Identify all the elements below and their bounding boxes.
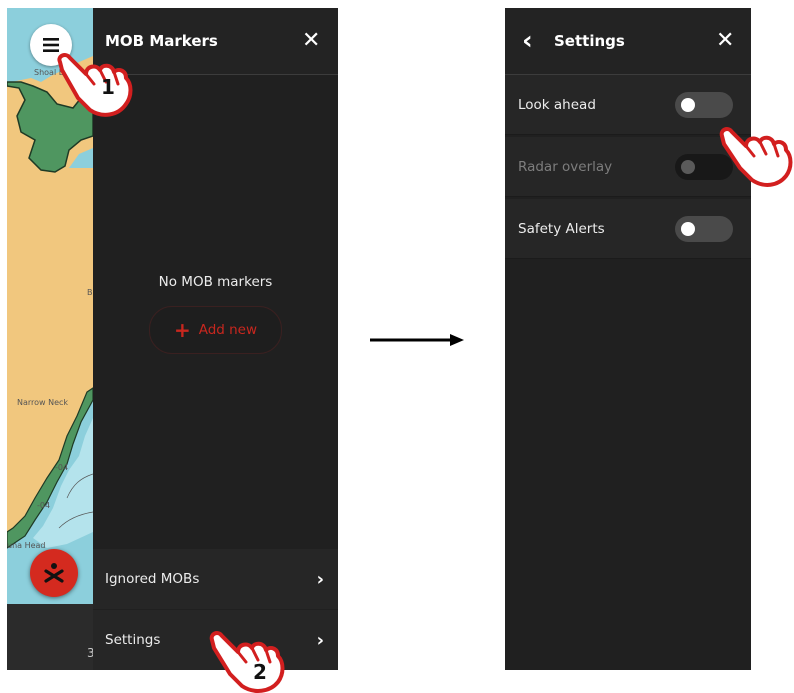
right-screen: › Settings ✕ Look ahead Radar overlay Sa… (505, 8, 751, 670)
pointing-hand-icon (209, 631, 285, 693)
mob-button[interactable] (30, 549, 78, 597)
back-chevron-icon[interactable]: › (522, 26, 533, 56)
arrow-right-icon (370, 334, 464, 346)
step-2-label: 2 (253, 660, 267, 684)
person-overboard-icon (44, 563, 64, 583)
empty-state-text: No MOB markers (158, 274, 273, 290)
settings-header: › Settings ✕ (505, 8, 751, 75)
map-label-depth: -04 (55, 463, 69, 472)
settings-title: Settings (554, 32, 625, 50)
map-label-head: una Head (7, 541, 46, 550)
toggle-knob (681, 97, 695, 112)
toggle-knob (681, 159, 695, 174)
row-label: Ignored MOBs (105, 571, 200, 587)
setting-label: Safety Alerts (518, 220, 605, 237)
row-label: Settings (105, 632, 161, 648)
plus-icon: + (173, 318, 191, 342)
add-new-button[interactable]: + Add new (149, 306, 282, 354)
map-label-b: B (87, 288, 93, 297)
ignored-mobs-row[interactable]: Ignored MOBs › (93, 549, 338, 609)
pointing-hand-icon (57, 53, 133, 117)
look-ahead-toggle[interactable] (675, 91, 733, 118)
chevron-right-icon: › (316, 568, 324, 590)
close-icon[interactable]: ✕ (302, 30, 320, 52)
setting-safety-alerts: Safety Alerts (505, 199, 751, 259)
map-label-depth: -04 (37, 501, 51, 510)
map-bottom-bar: 3 (7, 604, 93, 670)
setting-look-ahead: Look ahead (505, 75, 751, 135)
step-1-label: 1 (101, 75, 115, 99)
setting-label: Radar overlay (518, 158, 613, 175)
setting-radar-overlay: Radar overlay (505, 137, 751, 197)
map-label-narrow-neck: Narrow Neck (17, 398, 69, 407)
close-icon[interactable]: ✕ (716, 30, 734, 52)
safety-alerts-toggle[interactable] (675, 215, 733, 242)
chevron-right-icon: › (316, 629, 324, 651)
setting-label: Look ahead (518, 96, 596, 113)
toggle-knob (681, 221, 695, 236)
pointing-hand-icon (719, 127, 793, 187)
add-new-label: Add new (198, 322, 258, 338)
